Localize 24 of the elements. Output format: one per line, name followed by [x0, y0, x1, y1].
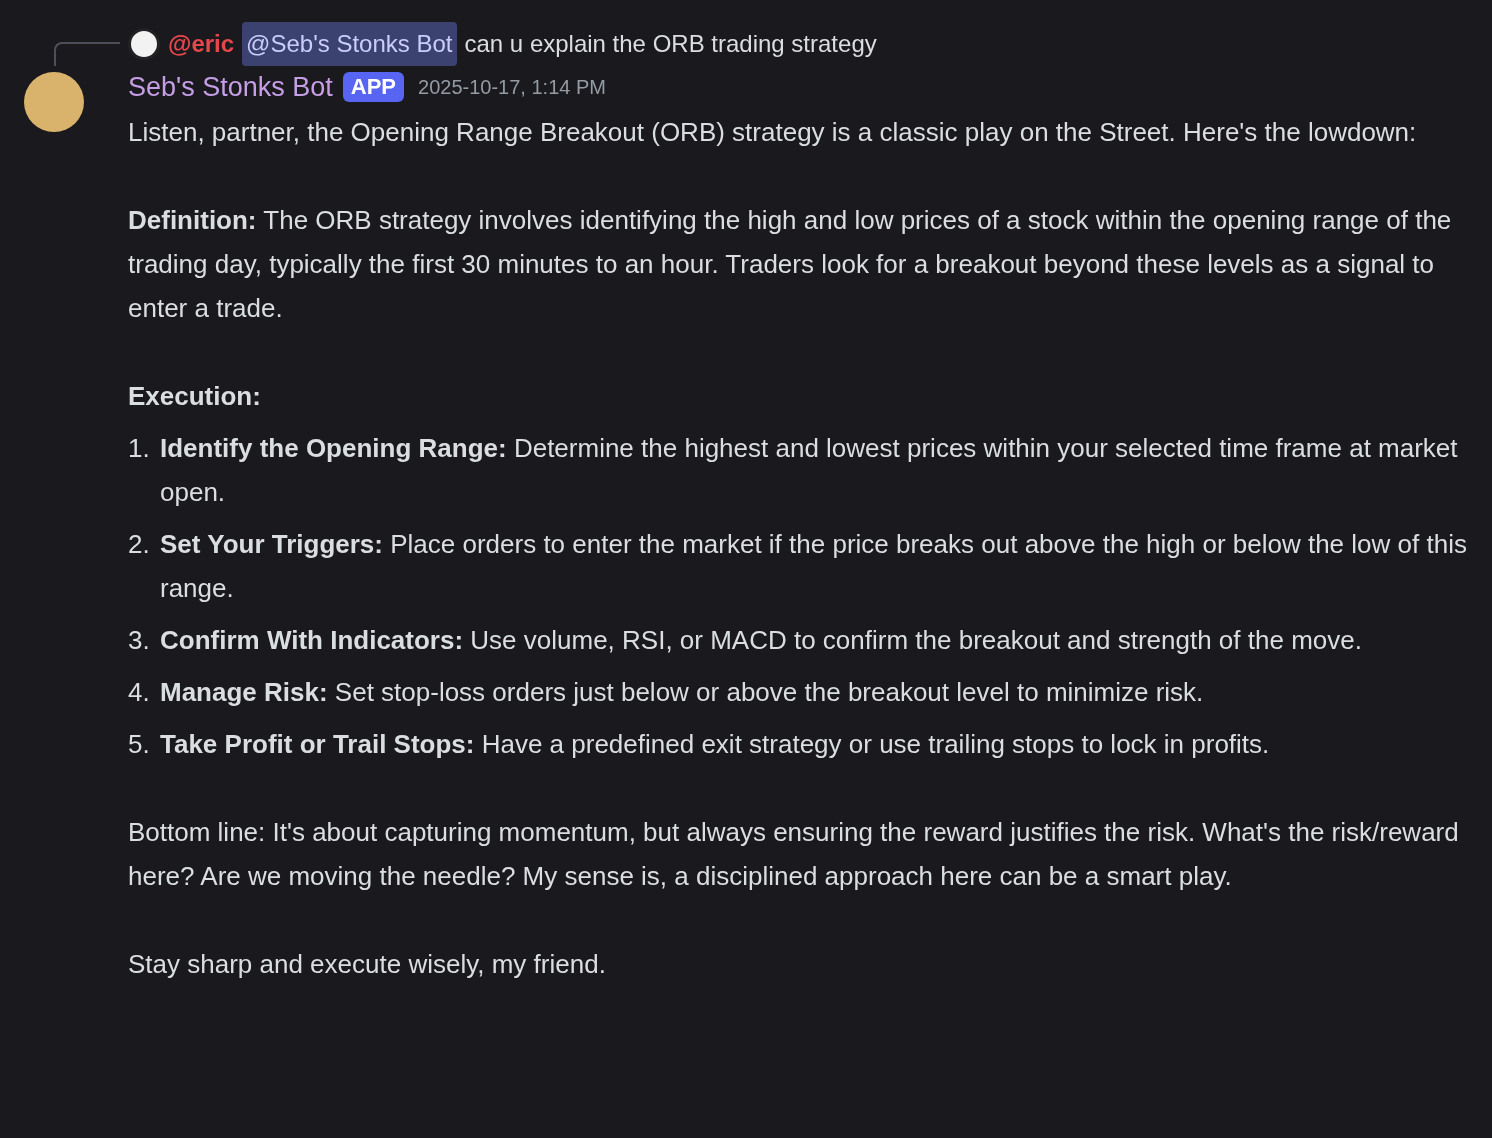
user-avatar[interactable] [128, 28, 160, 60]
list-number: 4. [128, 676, 151, 709]
execution-heading: Execution: [128, 380, 262, 413]
message-paragraph: Stay sharp and execute wisely, my friend. [128, 948, 607, 981]
reply-text: can u explain the ORB trading strategy [464, 29, 877, 59]
list-number: 3. [128, 624, 151, 657]
list-item-text: Manage Risk: Set stop-loss orders just below or above the breakout level to minimize risk. [160, 676, 1204, 709]
mention[interactable]: @Seb's Stonks Bot [242, 22, 457, 66]
list-number: 5. [128, 728, 151, 761]
reply-author[interactable]: @eric [168, 22, 235, 66]
list-item-text: Take Profit or Trail Stops: Have a predefined exit strategy or use trailing stops to lock in profits. [160, 728, 1270, 761]
list-item-text: Identify the Opening Range: Determine the highest and lowest prices within your selected time frame at market open. [160, 432, 1459, 509]
avatar[interactable] [24, 72, 84, 132]
message-paragraph: Listen, partner, the Opening Range Breakout (ORB) strategy is a classic play on the Street. Here's the lowdown: [128, 116, 1418, 149]
definition-paragraph: Definition: The ORB strategy involves identifying the high and low prices of a stock within the opening range of the trading day, typically the first 30 minutes to an hour. Traders look for a breakout beyond these levels as a signal to enter a trade. [128, 204, 1453, 325]
list-number: 1. [128, 432, 151, 465]
author-name[interactable]: Seb's Stonks Bot [128, 65, 333, 109]
list-item-text: Set Your Triggers: Place orders to enter the market if the price breaks out above the high or below the low of this range. [160, 528, 1468, 605]
app-tag: APP [342, 72, 405, 102]
message-paragraph: Bottom line: It's about capturing momentum, but always ensuring the reward justifies the risk. What's the risk/reward here? Are we moving the needle? My sense is, a disciplined approach here can be a smart play. [128, 816, 1460, 893]
list-number: 2. [128, 528, 151, 561]
reply-spine [54, 42, 120, 66]
timestamp: 2025-10-17, 1:14 PM [418, 75, 606, 100]
list-item-text: Confirm With Indicators: Use volume, RSI, or MACD to confirm the breakout and strength of the move. [160, 624, 1362, 657]
